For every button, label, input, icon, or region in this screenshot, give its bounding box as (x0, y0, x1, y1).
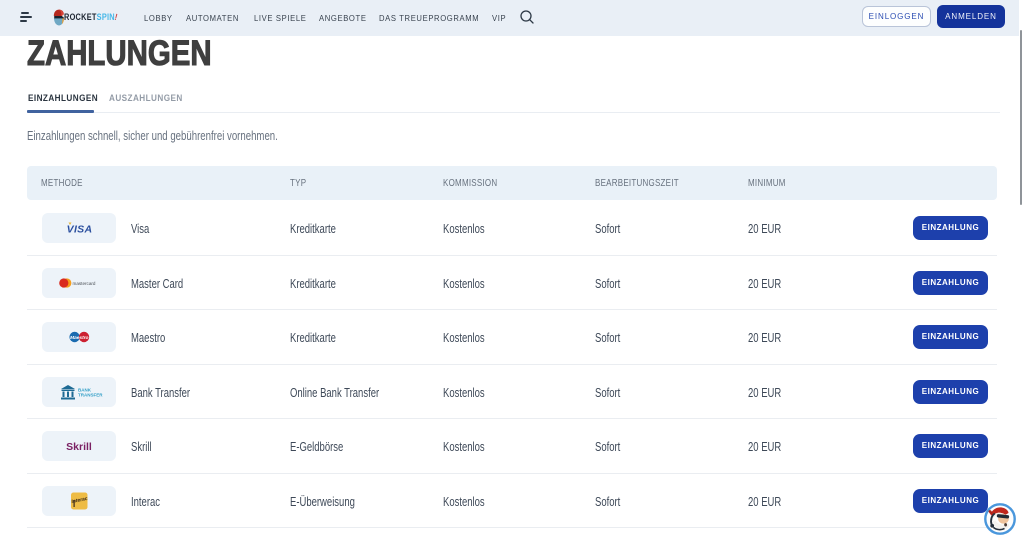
svg-text:VISA: VISA (67, 224, 93, 236)
svg-text:TRANSFER: TRANSFER (78, 392, 103, 397)
svg-text:mastercard: mastercard (73, 280, 96, 285)
svg-text:Maestro: Maestro (70, 335, 88, 341)
svg-text:Skrill: Skrill (66, 441, 92, 453)
